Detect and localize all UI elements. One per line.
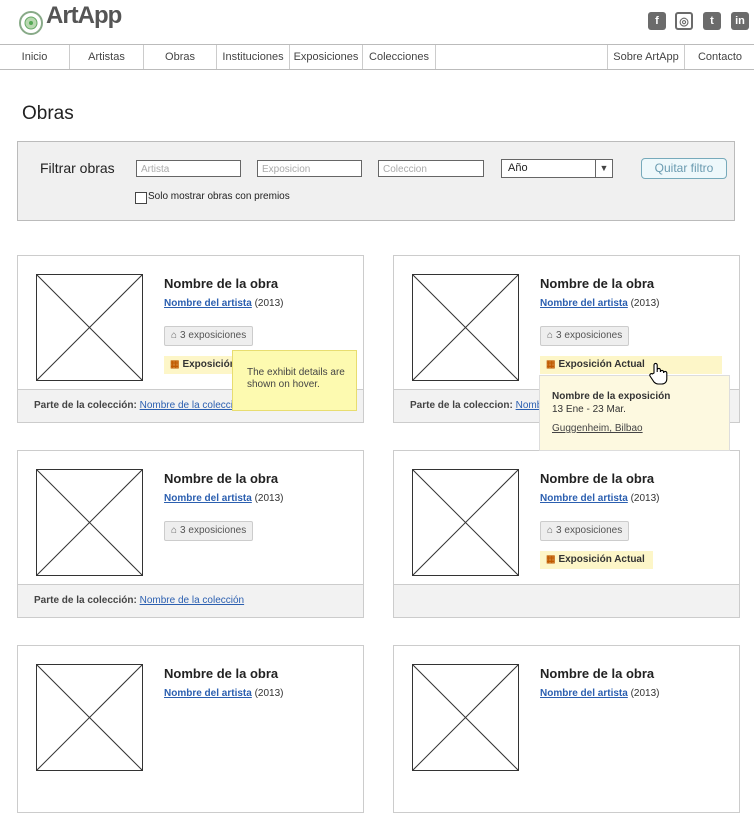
artwork-card: Nombre de la obra Nombre del artista (20… [17,450,364,618]
collection-label: Parte de la colección: [34,595,137,606]
artwork-artist-line: Nombre del artista (2013) [164,493,284,504]
artwork-year: (2013) [630,688,660,699]
nav-item-contacto[interactable]: Contacto [684,45,754,69]
museum-icon: ⌂ [547,525,554,536]
collection-filter-input[interactable]: Coleccion [378,160,484,177]
current-exhibition-label: Exposición Actual [558,554,645,565]
collection-link[interactable]: Nombre de la colección [140,595,245,606]
nav-item-exposiciones[interactable]: Exposiciones [290,45,363,69]
exhibitions-count: 3 exposiciones [180,525,247,536]
nav-item-artistas[interactable]: Artistas [70,45,144,69]
artwork-artist-line: Nombre del artista (2013) [540,688,660,699]
page-title: Obras [22,103,74,124]
museum-icon: ⌂ [547,330,554,341]
exhibitions-badge[interactable]: ⌂ 3 exposiciones [164,326,254,346]
artwork-title[interactable]: Nombre de la obra [164,666,278,681]
current-exhibition-label: Exposición Actual [558,359,645,370]
collection-link[interactable]: Nombre de la colección [140,400,245,411]
artist-filter-input[interactable]: Artista [136,160,241,177]
collection-footer: Parte de la colección: Nombre de la cole… [18,584,363,617]
artwork-title[interactable]: Nombre de la obra [540,471,654,486]
image-placeholder-icon [412,274,519,381]
image-placeholder-icon [36,274,143,381]
artwork-title[interactable]: Nombre de la obra [540,276,654,291]
image-placeholder-icon [412,469,519,576]
artwork-title[interactable]: Nombre de la obra [540,666,654,681]
artwork-year: (2013) [254,493,284,504]
artwork-card: Nombre de la obra Nombre del artista (20… [393,645,740,813]
collection-label: Parte de la colección: [34,400,137,411]
calendar-icon: ▦ [170,359,180,370]
artwork-year: (2013) [630,493,660,504]
artist-link[interactable]: Nombre del artista [164,688,252,699]
artwork-year: (2013) [254,688,284,699]
artist-link[interactable]: Nombre del artista [164,493,252,504]
exhibitions-badge[interactable]: ⌂ 3 exposiciones [540,521,630,541]
chevron-down-icon: ▼ [595,160,612,177]
exhibitions-badge[interactable]: ⌂ 3 exposiciones [540,326,630,346]
artwork-artist-line: Nombre del artista (2013) [540,298,660,309]
artwork-card: Nombre de la obra Nombre del artista (20… [17,645,364,813]
exhibition-hover-popup: Nombre de la exposición 13 Ene - 23 Mar.… [539,375,730,451]
calendar-icon: ▦ [546,359,556,370]
nav-item-sobre[interactable]: Sobre ArtApp [607,45,684,69]
artwork-title[interactable]: Nombre de la obra [164,276,278,291]
image-placeholder-icon [36,664,143,771]
annotation-note: The exhibit details are shown on hover. [232,350,357,411]
artist-link[interactable]: Nombre del artista [540,298,628,309]
facebook-icon[interactable]: f [648,12,666,30]
artwork-year: (2013) [254,298,284,309]
exhibitions-badge[interactable]: ⌂ 3 exposiciones [164,521,254,541]
artwork-artist-line: Nombre del artista (2013) [164,688,284,699]
annotation-text: The exhibit details are shown on hover. [247,367,345,390]
filter-label: Filtrar obras [40,160,115,176]
museum-icon: ⌂ [171,330,178,341]
instagram-icon[interactable]: ◎ [675,12,693,30]
exhibitions-count: 3 exposiciones [556,525,623,536]
exhibition-filter-input[interactable]: Exposicion [257,160,362,177]
exhibitions-count: 3 exposiciones [180,330,247,341]
logo-emblem-icon [19,11,43,35]
artwork-artist-line: Nombre del artista (2013) [540,493,660,504]
year-select-value: Año [508,162,528,174]
nav-item-inicio[interactable]: Inicio [0,45,70,69]
artwork-card: Nombre de la obra Nombre del artista (20… [393,450,740,618]
main-nav: Inicio Artistas Obras Instituciones Expo… [0,44,754,70]
hand-cursor-icon [649,362,668,385]
current-exhibition-badge[interactable]: ▦ Exposición Actual [540,356,722,374]
artist-link[interactable]: Nombre del artista [540,688,628,699]
nav-item-colecciones[interactable]: Colecciones [363,45,436,69]
artwork-year: (2013) [630,298,660,309]
popup-exhibition-dates: 13 Ene - 23 Mar. [552,404,626,415]
filter-panel [17,141,735,221]
calendar-icon: ▦ [546,554,556,565]
nav-item-instituciones[interactable]: Instituciones [217,45,290,69]
museum-icon: ⌂ [171,525,178,536]
exhibitions-count: 3 exposiciones [556,330,623,341]
image-placeholder-icon [36,469,143,576]
year-select[interactable]: Año ▼ [501,159,613,178]
artwork-artist-line: Nombre del artista (2013) [164,298,284,309]
image-placeholder-icon [412,664,519,771]
clear-filter-button[interactable]: Quitar filtro [641,158,727,179]
nav-item-obras[interactable]: Obras [144,45,217,69]
current-exhibition-badge[interactable]: ▦ Exposición Actual [540,551,653,569]
artist-link[interactable]: Nombre del artista [540,493,628,504]
artwork-title[interactable]: Nombre de la obra [164,471,278,486]
popup-exhibition-title: Nombre de la exposición [552,391,671,402]
collection-label: Parte de la coleccion: [410,400,513,411]
twitter-icon[interactable]: t [703,12,721,30]
artist-link[interactable]: Nombre del artista [164,298,252,309]
logo-text: ArtApp [46,2,122,29]
popup-venue-link[interactable]: Guggenheim, Bilbao [552,422,719,435]
linkedin-icon[interactable]: in [731,12,749,30]
collection-footer [394,584,739,617]
awards-checkbox-label: Solo mostrar obras con premios [148,191,290,202]
awards-checkbox[interactable] [135,192,147,204]
